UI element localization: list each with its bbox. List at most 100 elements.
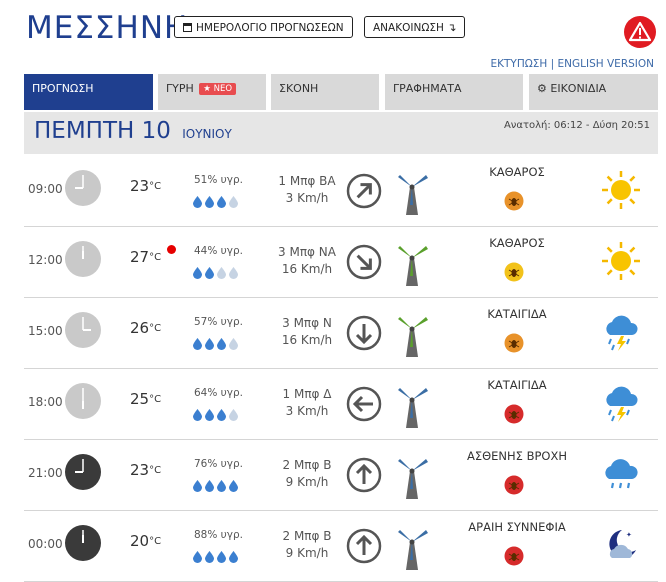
weather-condition: ΚΑΤΑΙΓΙΔΑ (487, 378, 547, 392)
day-name: ΠΕΜΠΤΗ 10 (34, 118, 171, 144)
mosquito-risk-icon (504, 191, 524, 211)
wind-info: 2 Μπφ Β 9 Km/h (262, 457, 352, 491)
wind-info: 1 Μπφ Δ 3 Km/h (262, 386, 352, 420)
humidity-drops-icon (192, 264, 240, 283)
temperature-unit: °C (149, 465, 162, 476)
sun-icon (600, 169, 642, 211)
weather-condition: ΚΑΘΑΡΟΣ (489, 236, 545, 250)
temperature-unit: °C (149, 252, 162, 263)
page-title: ΜΕΣΣΗΝΗ (26, 10, 189, 46)
tab-charts-label: ΓΡΑΦΗΜΑΤΑ (393, 82, 462, 95)
forecast-calendar-label: ΗΜΕΡΟΛΟΓΙΟ ΠΡΟΓΝΩΣΕΩΝ (196, 22, 344, 34)
tab-forecast-label: ΠΡΟΓΝΩΣΗ (32, 82, 94, 95)
forecast-time: 00:00 (28, 537, 63, 551)
temperature-unit: °C (149, 181, 162, 192)
tab-charts[interactable]: ΓΡΑΦΗΜΑΤΑ (385, 74, 523, 110)
tab-forecast[interactable]: ΠΡΟΓΝΩΣΗ (24, 74, 153, 110)
temperature: 23°C (130, 177, 161, 195)
arrow-down-icon: ↴ (447, 21, 457, 34)
clock-icon (64, 524, 102, 562)
temperature: 27°C (130, 248, 161, 266)
calendar-icon (183, 23, 192, 32)
print-link[interactable]: ΕΚΤΥΠΩΣΗ (491, 58, 548, 70)
forecast-row: 09:00 23°C 51% υγρ. 1 Μπφ ΒΑ 3 Km/h ΚΑΘΑ… (24, 155, 658, 227)
humidity-drops-icon (192, 477, 240, 496)
humidity: 76% υγρ. (194, 458, 243, 470)
announcement-label: ΑΝΑΚΟΙΝΩΣΗ (373, 22, 444, 34)
humidity-drops-icon (192, 548, 240, 567)
wind-direction-arrow-icon (346, 244, 382, 280)
sun-icon (600, 240, 642, 282)
wind-turbine-icon (392, 311, 432, 359)
forecast-time: 12:00 (28, 253, 63, 267)
humidity-drops-icon (192, 193, 240, 212)
forecast-row: 18:00 25°C 64% υγρ. 1 Μπφ Δ 3 Km/h ΚΑΤΑΙ… (24, 368, 658, 440)
forecast-row: 15:00 26°C 57% υγρ. 3 Μπφ Ν 16 Km/h ΚΑΤΑ… (24, 297, 658, 369)
tab-icons[interactable]: ⚙ ΕΙΚΟΝΙΔΙΑ (529, 74, 658, 110)
wind-direction-arrow-icon (346, 457, 382, 493)
warning-triangle-icon[interactable] (624, 16, 656, 48)
night-cloud-icon: ✦ (600, 524, 642, 566)
sunrise-sunset: Ανατολή: 06:12 - Δύση 20:51 (503, 120, 650, 131)
wind-force: 1 Μπφ ΒΑ (278, 174, 336, 188)
header-links: ΕΚΤΥΠΩΣΗ | ENGLISH VERSION (491, 58, 655, 70)
tab-dust-label: ΣΚΟΝΗ (279, 82, 319, 95)
wind-speed: 9 Km/h (285, 546, 329, 560)
wind-info: 2 Μπφ Β 9 Km/h (262, 528, 352, 562)
forecast-time: 21:00 (28, 466, 63, 480)
temperature-value: 23 (130, 461, 150, 479)
humidity: 88% υγρ. (194, 529, 243, 541)
wind-direction-arrow-icon (346, 173, 382, 209)
wind-direction-arrow-icon (346, 315, 382, 351)
tab-dust[interactable]: ΣΚΟΝΗ (271, 74, 379, 110)
temperature-unit: °C (149, 323, 162, 334)
link-separator: | (550, 58, 555, 70)
clock-icon (64, 311, 102, 349)
mosquito-risk-icon (504, 333, 524, 353)
humidity-drops-icon (192, 406, 240, 425)
tab-icons-label: ΕΙΚΟΝΙΔΙΑ (550, 82, 607, 95)
rain-icon (600, 453, 642, 495)
wind-force: 3 Μπφ Ν (282, 316, 332, 330)
wind-speed: 9 Km/h (285, 475, 329, 489)
day-month: ΙΟΥΝΙΟΥ (182, 127, 232, 141)
temperature-unit: °C (149, 536, 162, 547)
wind-turbine-icon (392, 382, 432, 430)
temperature-value: 20 (130, 532, 150, 550)
wind-turbine-icon (392, 240, 432, 288)
forecast-calendar-button[interactable]: ΗΜΕΡΟΛΟΓΙΟ ΠΡΟΓΝΩΣΕΩΝ (174, 16, 353, 38)
wind-force: 2 Μπφ Β (282, 529, 332, 543)
temperature-value: 25 (130, 390, 150, 408)
weather-condition: ΑΡΑΙΗ ΣΥΝΝΕΦΙΑ (468, 520, 566, 534)
temperature-value: 23 (130, 177, 150, 195)
wind-turbine-icon (392, 524, 432, 572)
temperature-value: 27 (130, 248, 150, 266)
wind-info: 1 Μπφ ΒΑ 3 Km/h (262, 173, 352, 207)
temperature-value: 26 (130, 319, 150, 337)
thunderstorm-icon (600, 311, 642, 353)
wind-turbine-icon (392, 453, 432, 501)
wind-force: 2 Μπφ Β (282, 458, 332, 472)
forecast-time: 15:00 (28, 324, 63, 338)
mosquito-risk-icon (504, 475, 524, 495)
star-icon: ★ (203, 84, 211, 94)
announcement-button[interactable]: ΑΝΑΚΟΙΝΩΣΗ ↴ (364, 16, 466, 38)
weather-condition: ΚΑΘΑΡΟΣ (489, 165, 545, 179)
svg-text:✦: ✦ (626, 531, 632, 539)
tab-pollen-label: ΓΥΡΗ (166, 82, 194, 95)
wind-direction-arrow-icon (346, 386, 382, 422)
tab-pollen[interactable]: ΓΥΡΗ ★ ΝΕΟ (158, 74, 266, 110)
temperature: 25°C (130, 390, 161, 408)
clock-icon (64, 240, 102, 278)
temperature: 26°C (130, 319, 161, 337)
clock-icon (64, 453, 102, 491)
weather-condition: ΚΑΤΑΙΓΙΔΑ (487, 307, 547, 321)
clock-icon (64, 382, 102, 420)
humidity: 57% υγρ. (194, 316, 243, 328)
english-version-link[interactable]: ENGLISH VERSION (558, 58, 654, 70)
wind-force: 1 Μπφ Δ (282, 387, 332, 401)
clock-icon (64, 169, 102, 207)
temperature: 23°C (130, 461, 161, 479)
humidity: 64% υγρ. (194, 387, 243, 399)
forecast-row: 21:00 23°C 76% υγρ. 2 Μπφ Β 9 Km/h ΑΣΘΕΝ… (24, 439, 658, 511)
